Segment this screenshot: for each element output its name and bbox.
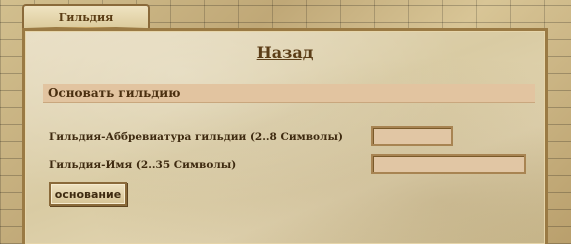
- tab-guild[interactable]: Гильдия: [22, 4, 150, 28]
- back-link[interactable]: Назад: [25, 43, 545, 62]
- tab-guild-label: Гильдия: [58, 10, 114, 24]
- section-title: Основать гильдию: [48, 86, 181, 100]
- guild-panel: Назад Основать гильдию Гильдия-Аббревиат…: [22, 28, 548, 244]
- found-guild-button-label: основание: [54, 187, 122, 201]
- guild-abbreviation-label: Гильдия-Аббревиатура гильдии (2..8 Симво…: [49, 131, 343, 143]
- guild-name-label: Гильдия-Имя (2..35 Символы): [49, 159, 237, 171]
- guild-name-input[interactable]: [371, 154, 526, 174]
- section-header: Основать гильдию: [43, 84, 535, 103]
- guild-abbreviation-input[interactable]: [371, 126, 453, 146]
- found-guild-button[interactable]: основание: [49, 182, 127, 206]
